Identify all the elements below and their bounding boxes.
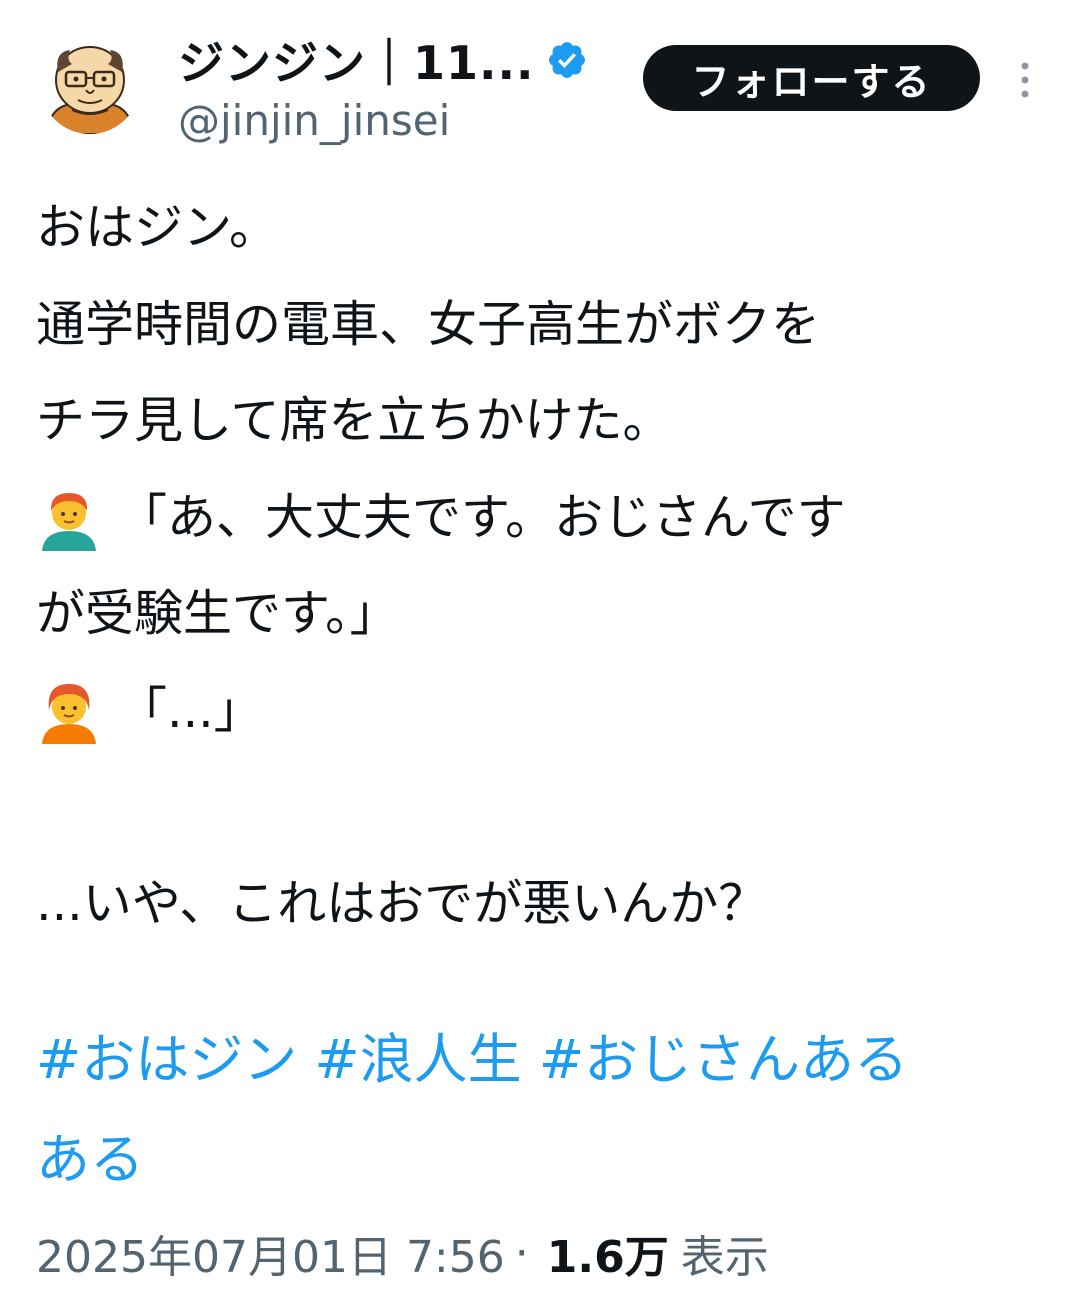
tweet-header: ジンジン｜11... @jinjin_jinsei フォローする (0, 0, 1080, 150)
avatar-illustration-icon (40, 34, 140, 134)
verified-badge-icon (549, 42, 586, 78)
views-count: 1.6万 (546, 1232, 669, 1283)
follow-button[interactable]: フォローする (643, 45, 980, 111)
tweet-meta: 2025年07月01日 7:56 · 1.6万 表示 (36, 1218, 769, 1288)
author-handle[interactable]: @jinjin_jinsei (178, 96, 450, 145)
tweet-line: チラ見して席を立ちかけた。 (36, 392, 672, 449)
more-vertical-icon[interactable] (1010, 58, 1040, 102)
tweet-timestamp[interactable]: 2025年07月01日 7:56 (36, 1221, 505, 1285)
hashtag-link[interactable]: #おはジン (36, 1028, 297, 1091)
hashtag-list: #おはジン #浪人生 #おじさんある ある (36, 1010, 1046, 1210)
tweet-text: おはジン。 通学時間の電車、女子高生がボクを チラ見して席を立ちかけた。 「あ、… (36, 180, 1046, 952)
author-name-row[interactable]: ジンジン｜11... (178, 30, 588, 90)
person-red-hair-emoji-icon (42, 683, 96, 744)
tweet-line-text: 「...」 (118, 681, 263, 739)
hashtag-link[interactable]: #おじさんある (539, 1028, 908, 1091)
views-label: 表示 (680, 1232, 769, 1283)
tweet-line-with-emoji: 「あ、大丈夫です。おじさんです (36, 470, 1046, 567)
avatar[interactable] (40, 34, 140, 134)
tweet-line-text: 「あ、大丈夫です。おじさんです (118, 488, 846, 546)
man-red-hair-emoji-icon (42, 492, 96, 551)
hashtag-link[interactable]: #浪人生 (314, 1028, 521, 1091)
tweet-line: おはジン。 (36, 199, 279, 256)
tweet-line-with-emoji: 「...」 (36, 663, 1046, 760)
tweet-line: が受験生です。」 (36, 585, 399, 642)
tweet-line: ...いや、これはおでが悪いんか？ (36, 874, 768, 932)
hashtag-link-continued[interactable]: ある (36, 1128, 144, 1191)
meta-separator: · (514, 1227, 529, 1279)
author-display-name[interactable]: ジンジン｜11... (178, 27, 534, 93)
tweet-line: 通学時間の電車、女子高生がボクを (36, 295, 821, 353)
